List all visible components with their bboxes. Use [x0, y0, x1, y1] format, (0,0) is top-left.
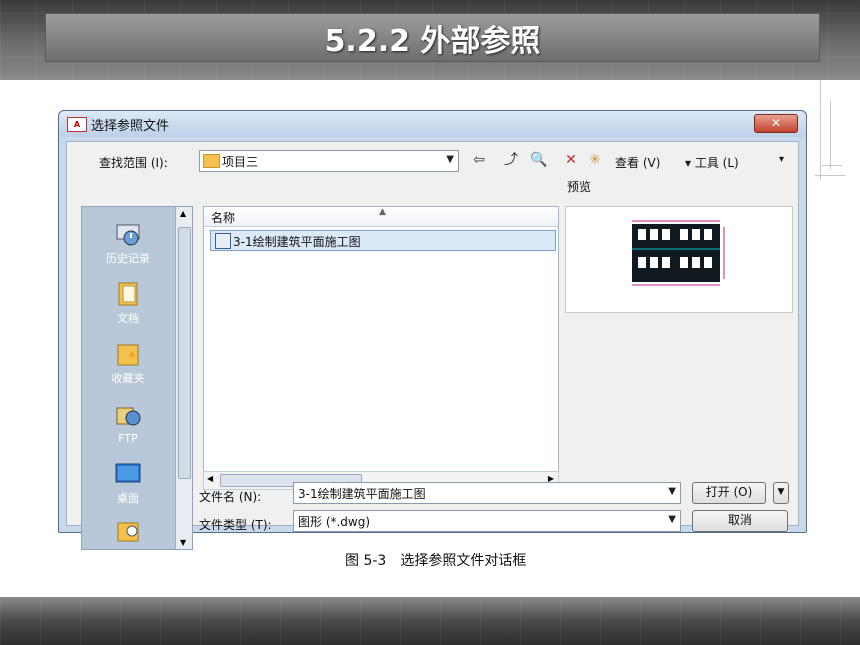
place-label: 桌面	[117, 492, 139, 505]
column-name-label: 名称	[211, 211, 236, 225]
cancel-button[interactable]: 取消	[692, 510, 788, 532]
preview-label: 预览	[567, 180, 592, 194]
figure-caption: 图 5-3 选择参照文件对话框	[345, 553, 527, 569]
place-more[interactable]	[82, 517, 174, 543]
scroll-down-icon[interactable]: ▼	[180, 538, 186, 547]
slide-footer	[0, 597, 860, 645]
look-in-value: 项目三	[222, 155, 259, 169]
ftp-icon	[114, 403, 142, 429]
chevron-down-icon: ▼	[668, 514, 676, 525]
tools-dropdown-arrow[interactable]: ▾	[779, 154, 784, 165]
file-list: 名称 ▲ 3-1绘制建筑平面施工图	[203, 206, 559, 473]
delete-icon[interactable]: ✕	[561, 150, 581, 170]
views-menu[interactable]: 查看 (V)	[615, 154, 660, 171]
history-icon	[114, 221, 142, 247]
filetype-value: 图形 (*.dwg)	[298, 515, 371, 529]
favorites-icon	[114, 341, 142, 367]
dialog-title: 选择参照文件	[91, 119, 170, 134]
blueprint-decoration	[800, 80, 860, 190]
close-button[interactable]: ✕	[754, 114, 798, 133]
preview-pane	[565, 206, 793, 313]
tools-menu[interactable]: ▾ 工具 (L)	[685, 154, 739, 171]
slide-title: 5.2.2 外部参照	[324, 23, 541, 59]
filename-input[interactable]: 3-1绘制建筑平面施工图 ▼	[293, 482, 681, 504]
autocad-app-icon: A	[67, 117, 87, 132]
look-in-dropdown[interactable]: 项目三 ▼	[199, 150, 459, 172]
place-desktop[interactable]: 桌面	[82, 461, 174, 506]
sort-ascending-icon: ▲	[379, 207, 386, 217]
filename-value: 3-1绘制建筑平面施工图	[298, 487, 426, 501]
look-in-label: 查找范围 (I):	[99, 156, 168, 170]
select-reference-file-dialog: A 选择参照文件 ✕ 查找范围 (I): 项目三 ▼ ⇦ ⤴ 🔍 ✕ ✳ 查看 …	[58, 110, 807, 550]
back-icon[interactable]: ⇦	[469, 150, 489, 170]
column-header-name[interactable]: 名称 ▲	[204, 207, 558, 227]
new-folder-icon[interactable]: ✳	[585, 150, 605, 170]
filename-label: 文件名 (N):	[199, 490, 262, 504]
place-label: 历史记录	[106, 252, 150, 265]
dialog-body: 查找范围 (I): 项目三 ▼ ⇦ ⤴ 🔍 ✕ ✳ 查看 (V) ▾ 工具 (L…	[66, 141, 799, 550]
place-history[interactable]: 历史记录	[82, 221, 174, 266]
scroll-left-icon[interactable]: ◀	[207, 474, 213, 483]
place-ftp[interactable]: FTP	[82, 403, 174, 445]
dwg-file-icon	[215, 233, 231, 249]
folder-search-icon	[114, 517, 142, 543]
filetype-label: 文件类型 (T):	[199, 518, 272, 532]
file-name: 3-1绘制建筑平面施工图	[233, 235, 361, 249]
desktop-icon	[114, 461, 142, 487]
scrollbar-thumb[interactable]	[178, 227, 191, 479]
file-row[interactable]: 3-1绘制建筑平面施工图	[210, 230, 556, 251]
place-label: FTP	[118, 432, 138, 445]
chevron-down-icon[interactable]: ▼	[668, 486, 676, 497]
open-button[interactable]: 打开 (O)	[692, 482, 766, 504]
chevron-down-icon: ▼	[446, 154, 454, 165]
place-favorites[interactable]: 收藏夹	[82, 341, 174, 386]
open-dropdown-button[interactable]: ▼	[773, 482, 789, 504]
documents-icon	[114, 281, 142, 307]
footer-texture	[0, 597, 860, 645]
place-documents[interactable]: 文档	[82, 281, 174, 326]
dialog-titlebar: A 选择参照文件 ✕	[59, 111, 806, 137]
filetype-dropdown[interactable]: 图形 (*.dwg) ▼	[293, 510, 681, 532]
up-folder-icon[interactable]: ⤴	[501, 150, 521, 170]
places-scrollbar[interactable]: ▲ ▼	[175, 207, 192, 549]
title-bar: 5.2.2 外部参照	[45, 13, 820, 62]
place-label: 收藏夹	[111, 372, 145, 385]
places-bar: 历史记录 文档 收藏夹 FTP 桌面 ▲ ▼	[81, 206, 193, 550]
scroll-up-icon[interactable]: ▲	[180, 209, 186, 218]
drawing-thumbnail	[632, 220, 725, 286]
search-web-icon[interactable]: 🔍	[529, 150, 549, 170]
folder-icon	[203, 154, 220, 168]
place-label: 文档	[117, 312, 139, 325]
slide-header: 5.2.2 外部参照	[0, 0, 860, 80]
